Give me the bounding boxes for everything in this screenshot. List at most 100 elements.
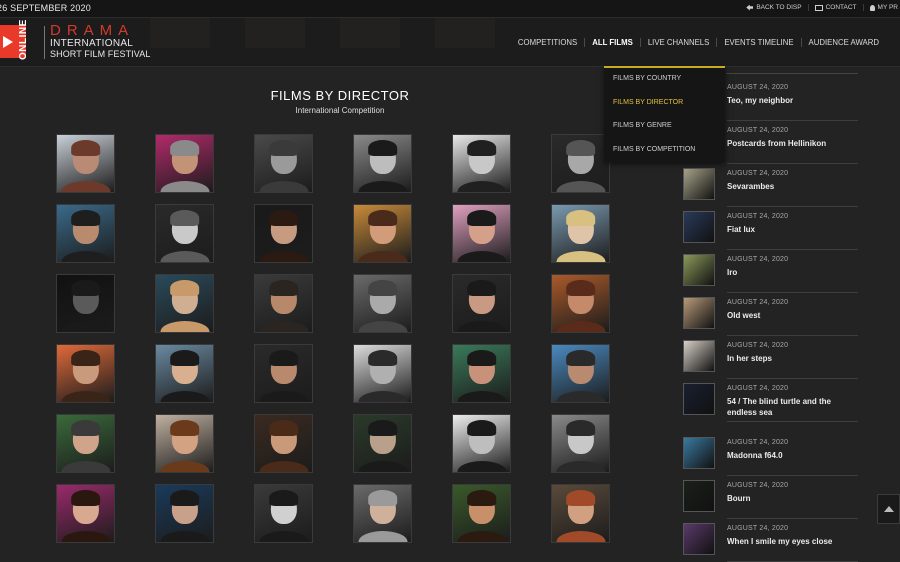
film-thumbnail[interactable] [683, 383, 715, 415]
director-portrait[interactable] [56, 274, 115, 333]
director-portrait[interactable] [551, 344, 610, 403]
portrait-body [159, 460, 210, 472]
director-portrait[interactable] [452, 204, 511, 263]
page-title: FILMS BY DIRECTOR [270, 88, 410, 103]
director-portrait[interactable] [155, 414, 214, 473]
film-title[interactable]: When I smile my eyes close [727, 536, 857, 547]
back-to-display-link[interactable]: BACK TO DISP [740, 4, 807, 11]
portrait-hair [70, 279, 101, 296]
menu-films-by-country[interactable]: FILMS BY COUNTRY [613, 75, 681, 82]
film-thumbnail[interactable] [683, 523, 715, 555]
portrait-hair [70, 489, 101, 506]
logo-divider [44, 26, 45, 59]
nav-audience-award[interactable]: AUDIENCE AWARD [800, 38, 886, 47]
film-title[interactable]: Sevarambes [727, 181, 857, 192]
director-portrait[interactable] [452, 134, 511, 193]
film-date: AUGUST 24, 2020 [727, 385, 789, 392]
portrait-hair [268, 349, 299, 366]
film-thumbnail[interactable] [683, 297, 715, 329]
portrait-body [456, 530, 507, 542]
film-entry[interactable]: AUGUST 24, 2020 Iro [683, 250, 858, 293]
film-thumbnail[interactable] [683, 340, 715, 372]
director-portrait[interactable] [155, 344, 214, 403]
main-nav: COMPETITIONS ALL FILMS LIVE CHANNELS EVE… [511, 38, 886, 47]
film-title[interactable]: Iro [727, 267, 857, 278]
film-entry[interactable]: AUGUST 24, 2020 When I smile my eyes clos… [683, 519, 858, 562]
all-films-dropdown: FILMS BY COUNTRY FILMS BY DIRECTOR FILMS… [604, 66, 725, 162]
director-portrait[interactable] [353, 344, 412, 403]
logo-festival-text: SHORT FILM FESTIVAL [50, 49, 151, 59]
portrait-hair [169, 489, 200, 506]
menu-films-by-genre[interactable]: FILMS BY GENRE [613, 122, 672, 129]
director-portrait[interactable] [254, 274, 313, 333]
director-portrait[interactable] [155, 204, 214, 263]
director-portrait[interactable] [551, 484, 610, 543]
portrait-body [159, 390, 210, 402]
film-entry[interactable]: AUGUST 24, 2020 Bourn [683, 476, 858, 519]
director-portrait[interactable] [254, 204, 313, 263]
film-entry[interactable]: AUGUST 24, 2020 Sevarambes [683, 164, 858, 207]
director-portrait[interactable] [155, 134, 214, 193]
my-profile-label: MY PR [877, 4, 898, 11]
director-portrait[interactable] [353, 204, 412, 263]
film-thumbnail[interactable] [683, 211, 715, 243]
film-title[interactable]: Postcards from Hellinikon [727, 138, 857, 149]
director-portrait[interactable] [56, 414, 115, 473]
director-portrait[interactable] [254, 484, 313, 543]
contact-link[interactable]: CONTACT [807, 4, 863, 11]
director-portrait[interactable] [452, 274, 511, 333]
director-portrait[interactable] [551, 204, 610, 263]
director-portrait[interactable] [551, 134, 610, 193]
director-portrait[interactable] [353, 274, 412, 333]
menu-films-by-competition[interactable]: FILMS BY COMPETITION [613, 146, 695, 153]
my-profile-link[interactable]: MY PR [862, 4, 900, 11]
nav-all-films[interactable]: ALL FILMS [584, 38, 640, 47]
film-title[interactable]: Old west [727, 310, 857, 321]
film-title[interactable]: Madonna f64.0 [727, 450, 857, 461]
film-title[interactable]: In her steps [727, 353, 857, 364]
film-entry[interactable]: AUGUST 24, 2020 Madonna f64.0 [683, 433, 858, 476]
director-portrait[interactable] [353, 134, 412, 193]
director-portrait[interactable] [254, 344, 313, 403]
film-date: AUGUST 24, 2020 [727, 482, 789, 489]
portrait-hair [169, 209, 200, 226]
director-portrait[interactable] [56, 344, 115, 403]
director-portrait[interactable] [452, 484, 511, 543]
film-thumbnail[interactable] [683, 254, 715, 286]
portrait-hair [169, 349, 200, 366]
director-portrait[interactable] [56, 134, 115, 193]
director-portrait[interactable] [155, 484, 214, 543]
film-title[interactable]: Bourn [727, 493, 857, 504]
director-portrait[interactable] [254, 414, 313, 473]
director-portrait[interactable] [551, 274, 610, 333]
director-portrait[interactable] [56, 204, 115, 263]
director-portrait[interactable] [56, 484, 115, 543]
nav-competitions[interactable]: COMPETITIONS [511, 38, 584, 47]
film-entry[interactable]: AUGUST 24, 2020 54 / The blind turtle and… [683, 379, 858, 422]
portrait-body [456, 390, 507, 402]
film-entry[interactable]: AUGUST 24, 2020 Fiat lux [683, 207, 858, 250]
film-entry[interactable]: AUGUST 24, 2020 Old west [683, 293, 858, 336]
portrait-body [258, 250, 309, 262]
film-thumbnail[interactable] [683, 437, 715, 469]
menu-films-by-director[interactable]: FILMS BY DIRECTOR [613, 99, 683, 106]
director-portrait[interactable] [353, 414, 412, 473]
film-thumbnail[interactable] [683, 480, 715, 512]
director-portrait[interactable] [452, 344, 511, 403]
film-title[interactable]: 54 / The blind turtle and the endless se… [727, 396, 857, 418]
director-portrait[interactable] [452, 414, 511, 473]
director-portrait[interactable] [353, 484, 412, 543]
nav-live-channels[interactable]: LIVE CHANNELS [639, 38, 717, 47]
director-portrait[interactable] [551, 414, 610, 473]
scroll-to-top-button[interactable] [877, 494, 900, 524]
film-title[interactable]: Teo, my neighbor [727, 95, 857, 106]
film-entry[interactable]: AUGUST 24, 2020 In her steps [683, 336, 858, 379]
director-portrait[interactable] [254, 134, 313, 193]
director-portrait[interactable] [155, 274, 214, 333]
film-thumbnail[interactable] [683, 168, 715, 200]
director-grid [56, 134, 610, 543]
film-title[interactable]: Fiat lux [727, 224, 857, 235]
nav-events-timeline[interactable]: EVENTS TIMELINE [716, 38, 800, 47]
portrait-body [159, 180, 210, 192]
entry-divider [727, 421, 858, 422]
